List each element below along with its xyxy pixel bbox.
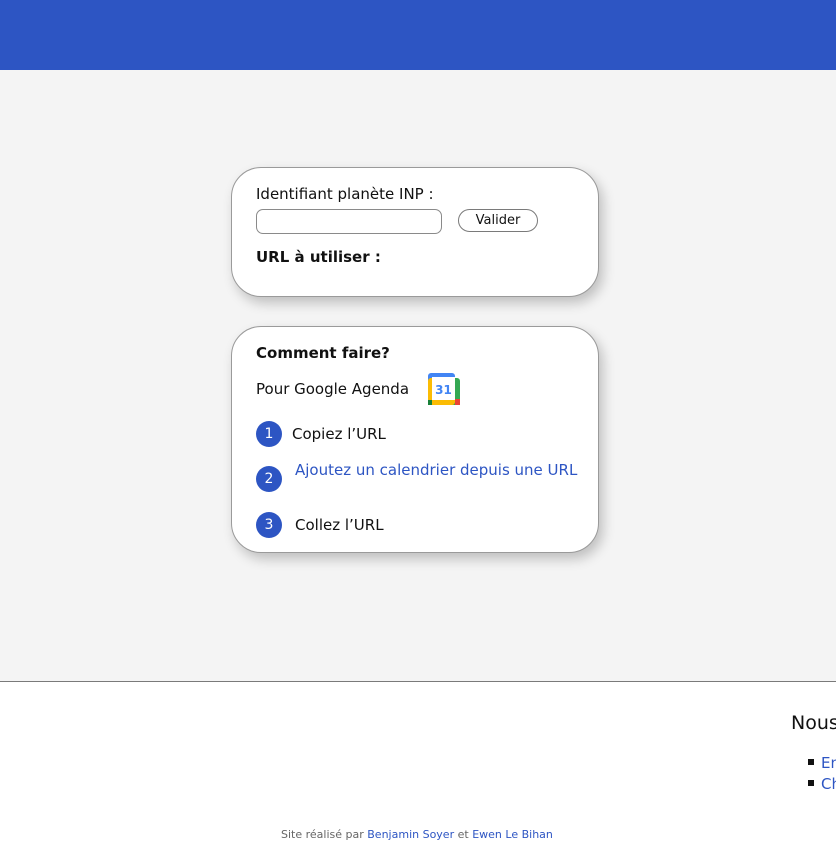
author-link-ewen[interactable]: Ewen Le Bihan <box>472 828 553 841</box>
identifier-label: Identifiant planète INP : <box>256 185 434 203</box>
site-credits: Site réalisé par Benjamin Soyer et Ewen … <box>281 828 553 841</box>
step-1-text: Copiez l’URL <box>292 425 386 443</box>
contact-link-1[interactable]: En <box>821 754 836 772</box>
contact-item: Ch <box>808 773 836 794</box>
google-calendar-icon: 31 <box>428 373 460 405</box>
url-label: URL à utiliser : <box>256 248 381 266</box>
contact-list: En Ch <box>808 752 836 794</box>
step-1-number: 1 <box>256 421 282 447</box>
howto-card: Comment faire? Pour Google Agenda 31 1 C… <box>231 326 599 553</box>
author-link-benjamin[interactable]: Benjamin Soyer <box>367 828 454 841</box>
add-calendar-from-url-link[interactable]: Ajoutez un calendrier depuis une URL <box>295 460 585 481</box>
page-footer: Nous En Ch Site réalisé par Benjamin Soy… <box>0 681 836 856</box>
credits-prefix: Site réalisé par <box>281 828 364 841</box>
howto-title: Comment faire? <box>256 344 390 362</box>
calendar-day-number: 31 <box>435 383 452 397</box>
validate-button[interactable]: Valider <box>458 209 538 232</box>
identifier-card: Identifiant planète INP : Valider URL à … <box>231 167 599 297</box>
contact-link-2[interactable]: Ch <box>821 775 836 793</box>
contact-title: Nous <box>791 712 836 734</box>
step-3-text: Collez l’URL <box>295 516 384 534</box>
credits-and: et <box>457 828 469 841</box>
step-2-number: 2 <box>256 466 282 492</box>
step-3-number: 3 <box>256 512 282 538</box>
identifier-input[interactable] <box>256 209 442 234</box>
contact-item: En <box>808 752 836 773</box>
top-banner <box>0 0 836 70</box>
google-agenda-label: Pour Google Agenda <box>256 380 410 398</box>
